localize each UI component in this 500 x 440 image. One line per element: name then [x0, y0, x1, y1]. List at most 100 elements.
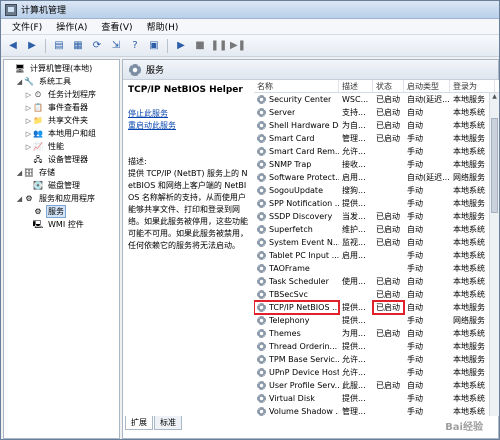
scroll-up-icon[interactable]: ▲	[490, 93, 499, 102]
expand-toggle-icon[interactable]: ◢	[15, 78, 24, 86]
service-row[interactable]: Task Scheduler 使用... 已启动 自动 本地系统	[254, 275, 499, 288]
service-row[interactable]: Tablet PC Input ... 启用... 手动 本地系统	[254, 249, 499, 262]
service-name: SNMP Trap	[269, 160, 312, 169]
tree-item[interactable]: ▷ 📋 事件查看器	[4, 101, 119, 114]
tree-item-label: 服务和应用程序	[39, 194, 95, 203]
show-tree-icon[interactable]: ▦	[70, 38, 86, 54]
shared-folder-icon: 📁	[33, 115, 43, 125]
service-gear-icon	[257, 277, 266, 286]
service-row[interactable]: SNMP Trap 接收... 手动 本地服务	[254, 158, 499, 171]
menu-help[interactable]: 帮助(H)	[140, 20, 186, 33]
service-gear-icon	[257, 251, 266, 260]
service-row[interactable]: User Profile Serv... 此服... 已启动 自动 本地系统	[254, 379, 499, 392]
start-service-icon[interactable]: ▶	[173, 38, 189, 54]
service-name-cell: Telephony	[254, 314, 339, 327]
expand-toggle-icon[interactable]: ◢	[15, 169, 24, 177]
expand-toggle-icon[interactable]: ▷	[24, 104, 33, 112]
service-row[interactable]: Smart Card 管理... 已启动 手动 本地服务	[254, 132, 499, 145]
column-name[interactable]: 名称	[254, 80, 339, 92]
service-status: 已启动	[376, 238, 400, 247]
service-row[interactable]: Shell Hardware De...为自...已启动自动本地系统	[254, 119, 499, 132]
tree-item[interactable]: ▷ 👥 本地用户和组	[4, 127, 119, 140]
tree-item[interactable]: ▷ 📈 性能	[4, 140, 119, 153]
service-row[interactable]: TPM Base Servic... 允许... 手动 本地服务	[254, 353, 499, 366]
tree-item[interactable]: 💽 磁盘管理	[4, 179, 119, 192]
service-row[interactable]: Software Protect... 启用... 自动(延迟... 网络服务	[254, 171, 499, 184]
gear-icon	[129, 63, 141, 76]
service-description: 提供...	[342, 316, 366, 325]
expand-toggle-icon[interactable]: ◢	[15, 195, 24, 203]
service-row[interactable]: Telephony 提供... 手动 网络服务	[254, 314, 499, 327]
column-startup-type[interactable]: 启动类型	[404, 80, 450, 92]
vertical-scrollbar[interactable]: ▲	[489, 93, 499, 416]
services-header-label: 服务	[146, 66, 165, 76]
tree-item[interactable]: ◢ 🔧 系统工具	[4, 75, 119, 88]
service-row[interactable]: TAOFrame 手动 本地系统	[254, 262, 499, 275]
tree-item[interactable]: ◢ ⚙ 服务和应用程序	[4, 192, 119, 205]
expand-toggle-icon[interactable]: ▷	[24, 91, 33, 99]
window-title: 计算机管理	[21, 6, 67, 16]
pause-service-icon[interactable]: ❚❚	[211, 38, 228, 54]
stop-service-link[interactable]: 停止此服务	[128, 109, 168, 118]
service-row[interactable]: Thread Orderin... 提供... 手动 本地服务	[254, 340, 499, 353]
service-row[interactable]: TCP/IP NetBIOS ... 提供... 已启动 自动 本地服务	[254, 300, 499, 315]
service-row[interactable]: UPnP Device Host 允许... 手动 本地服务	[254, 366, 499, 379]
service-row[interactable]: System Event N... 监视... 已启动 自动 本地系统	[254, 236, 499, 249]
service-row[interactable]: Volume Shadow ... 管理... 手动 本地系统	[254, 405, 499, 416]
tab-standard[interactable]: 标准	[154, 416, 182, 430]
service-row[interactable]: SPP Notification ... 提供... 手动 本地服务	[254, 197, 499, 210]
tree-item[interactable]: ⚙ 服务	[4, 205, 119, 218]
service-row[interactable]: Server 支持... 已启动 自动 本地系统	[254, 106, 499, 119]
service-status: 已启动	[376, 225, 400, 234]
up-folder-icon[interactable]: ▤	[51, 38, 67, 54]
service-row[interactable]: Security Center WSC... 已启动 自动(延迟... 本地服务	[254, 93, 499, 106]
service-name: Superfetch	[269, 225, 313, 234]
service-startup-type: 自动	[407, 108, 423, 117]
export-list-icon[interactable]: ⇲	[108, 38, 124, 54]
help-icon[interactable]: ?	[127, 38, 143, 54]
properties-icon[interactable]: ▣	[146, 38, 162, 54]
forward-arrow-icon[interactable]: ▶	[24, 38, 40, 54]
tree-item[interactable]: ▷ ⏲ 任务计划程序	[4, 88, 119, 101]
service-row[interactable]: SogouUpdate 搜狗... 手动 本地系统	[254, 184, 499, 197]
menu-action[interactable]: 操作(A)	[49, 20, 94, 33]
service-status: 已启动	[376, 108, 400, 117]
column-description[interactable]: 描述	[339, 80, 373, 92]
service-startup-type: 手动	[407, 212, 423, 221]
service-row[interactable]: Smart Card Rem... 允许... 手动 本地系统	[254, 145, 499, 158]
column-log-on-as[interactable]: 登录为	[450, 80, 495, 92]
service-row[interactable]: Virtual Disk 提供... 手动 本地系统	[254, 392, 499, 405]
tree-item[interactable]: ▷ 📁 共享文件夹	[4, 114, 119, 127]
service-gear-icon	[257, 225, 266, 234]
service-name-cell: Security Center	[254, 93, 339, 106]
tree-item[interactable]: ◢ 🗄 存储	[4, 166, 119, 179]
service-gear-icon	[257, 381, 266, 390]
refresh-icon[interactable]: ⟳	[89, 38, 105, 54]
service-name-cell: Software Protect...	[254, 171, 339, 184]
restart-service-link[interactable]: 重启动此服务	[128, 121, 176, 130]
event-viewer-icon: 📋	[33, 102, 43, 112]
service-row[interactable]: Superfetch 维护... 已启动 自动 本地系统	[254, 223, 499, 236]
service-description: 启用...	[342, 251, 366, 260]
tree-item[interactable]: 🖥 计算机管理(本地)	[4, 62, 119, 75]
tree-item[interactable]: 🖧 设备管理器	[4, 153, 119, 166]
scrollbar-thumb[interactable]	[491, 118, 498, 213]
expand-toggle-icon[interactable]: ▷	[24, 130, 33, 138]
service-row[interactable]: SSDP Discovery 当发... 已启动 手动 本地服务	[254, 210, 499, 223]
service-startup-type: 自动	[407, 225, 423, 234]
stop-service-icon[interactable]: ■	[192, 38, 208, 54]
expand-toggle-icon[interactable]: ▷	[24, 143, 33, 151]
tree-item[interactable]: 🖳 WMI 控件	[4, 218, 119, 231]
tab-extended[interactable]: 扩展	[125, 416, 153, 430]
expand-toggle-icon[interactable]: ▷	[24, 117, 33, 125]
menu-view[interactable]: 查看(V)	[94, 20, 139, 33]
service-row[interactable]: Themes 为用... 已启动 自动 本地系统	[254, 327, 499, 340]
service-row[interactable]: TBSecSvc 已启动 自动 本地系统	[254, 288, 499, 301]
service-name-cell: Themes	[254, 327, 339, 340]
restart-service-icon[interactable]: ▶❚	[230, 38, 246, 54]
device-manager-icon: 🖧	[33, 154, 43, 164]
menu-file[interactable]: 文件(F)	[5, 20, 49, 33]
performance-icon: 📈	[33, 141, 43, 151]
back-arrow-icon[interactable]: ◀	[5, 38, 21, 54]
column-status[interactable]: 状态	[373, 80, 404, 92]
